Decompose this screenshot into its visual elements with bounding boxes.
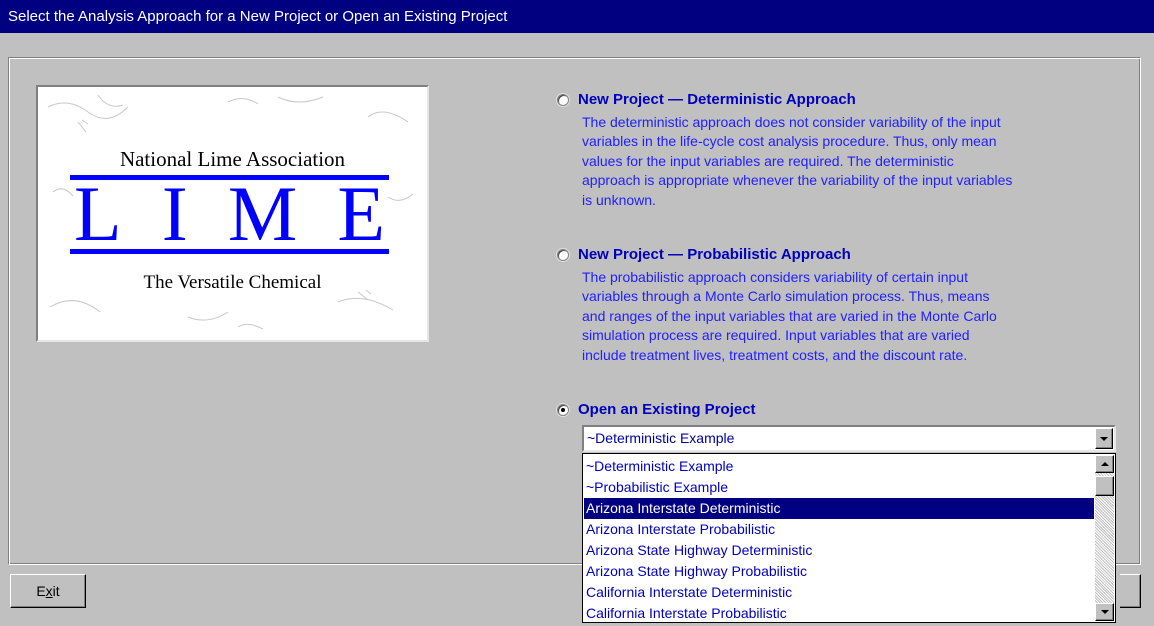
logo-letter: I bbox=[161, 170, 188, 257]
list-item[interactable]: Arizona State Highway Probabilistic bbox=[584, 561, 1094, 582]
logo-letter: M bbox=[227, 170, 298, 257]
description-line: is unknown. bbox=[582, 191, 656, 208]
logo-letter: E bbox=[337, 170, 385, 257]
logo-letter: L bbox=[74, 170, 122, 257]
radio-probabilistic[interactable] bbox=[557, 248, 569, 261]
list-item[interactable]: California Interstate Deterministic bbox=[584, 582, 1094, 603]
arrow-down-icon bbox=[1100, 610, 1109, 614]
description-line: include treatment lives, treatment costs… bbox=[582, 346, 968, 363]
project-combo[interactable]: ~Deterministic Example bbox=[582, 425, 1116, 452]
option-deterministic-description: The deterministic approach does not cons… bbox=[582, 113, 1122, 210]
option-probabilistic[interactable]: New Project — Probabilistic Approach bbox=[557, 246, 851, 263]
logo-wordmark: L I M E bbox=[70, 170, 389, 257]
list-item[interactable]: ~Deterministic Example bbox=[584, 456, 1094, 477]
arrow-up-icon bbox=[1100, 462, 1109, 466]
option-open-existing[interactable]: Open an Existing Project bbox=[557, 401, 756, 418]
project-combo-value[interactable]: ~Deterministic Example bbox=[587, 430, 734, 446]
chevron-down-icon bbox=[1100, 436, 1108, 441]
description-line: variables in the life-cycle cost analysi… bbox=[582, 133, 997, 150]
hidden-action-button[interactable] bbox=[1120, 574, 1141, 608]
window-title-bar: Select the Analysis Approach for a New P… bbox=[0, 0, 1154, 33]
scroll-thumb[interactable] bbox=[1095, 476, 1114, 496]
scroll-up-button[interactable] bbox=[1095, 455, 1114, 473]
option-probabilistic-label[interactable]: New Project — Probabilistic Approach bbox=[578, 246, 851, 263]
description-line: and ranges of the input variables that a… bbox=[582, 307, 997, 324]
option-deterministic[interactable]: New Project — Deterministic Approach bbox=[557, 91, 856, 108]
exit-button[interactable]: Exit bbox=[10, 574, 86, 608]
logo-bottom-rule bbox=[70, 249, 389, 254]
radio-open-existing[interactable] bbox=[557, 403, 569, 416]
logo-tagline: The Versatile Chemical bbox=[143, 272, 322, 293]
list-item[interactable]: California Interstate Probabilistic bbox=[584, 603, 1094, 622]
option-open-existing-label[interactable]: Open an Existing Project bbox=[578, 401, 756, 418]
combo-dropdown-button[interactable] bbox=[1095, 428, 1113, 449]
list-item-selected[interactable]: Arizona Interstate Deterministic bbox=[584, 498, 1094, 519]
list-item[interactable]: ~Probabilistic Example bbox=[584, 477, 1094, 498]
list-item[interactable]: Arizona State Highway Deterministic bbox=[584, 540, 1094, 561]
association-name: National Lime Association bbox=[119, 147, 346, 171]
description-line: variables through a Monte Carlo simulati… bbox=[582, 288, 990, 305]
list-scrollbar[interactable] bbox=[1095, 455, 1114, 621]
list-item[interactable]: Arizona Interstate Probabilistic bbox=[584, 519, 1094, 540]
description-line: values for the input variables are requi… bbox=[582, 152, 954, 169]
description-line: simulation process are required. Input v… bbox=[582, 327, 970, 344]
option-probabilistic-description: The probabilistic approach considers var… bbox=[582, 268, 1122, 365]
description-line: The probabilistic approach considers var… bbox=[582, 269, 968, 285]
lime-logo-image: National Lime Association L I M E The Ve… bbox=[36, 85, 429, 342]
description-line: approach is appropriate whenever the var… bbox=[582, 172, 1013, 189]
exit-button-label: Exit bbox=[36, 583, 60, 599]
project-dropdown-list[interactable]: ~Deterministic Example ~Probabilistic Ex… bbox=[582, 453, 1116, 623]
description-line: The deterministic approach does not cons… bbox=[582, 114, 1001, 130]
window-title: Select the Analysis Approach for a New P… bbox=[8, 8, 508, 25]
radio-deterministic[interactable] bbox=[557, 93, 569, 106]
scroll-down-button[interactable] bbox=[1095, 603, 1114, 621]
option-deterministic-label[interactable]: New Project — Deterministic Approach bbox=[578, 91, 856, 108]
